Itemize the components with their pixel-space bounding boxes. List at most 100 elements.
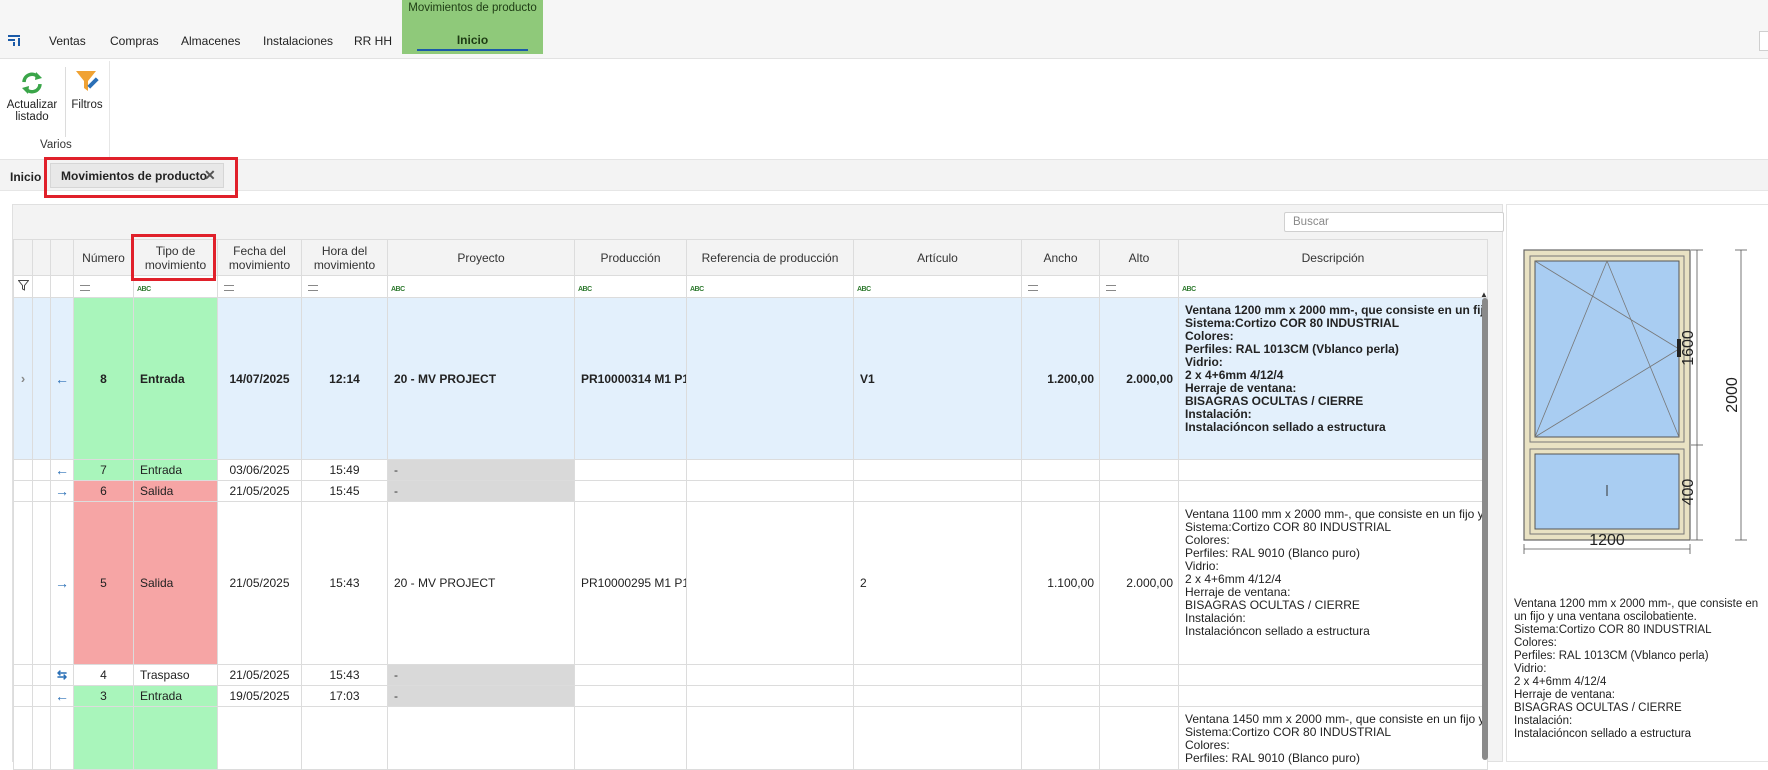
arrow-right-icon: → <box>55 483 69 499</box>
header-descripcion[interactable]: Descripción <box>1178 239 1488 276</box>
header-articulo[interactable]: Artículo <box>853 239 1022 276</box>
header-hora[interactable]: Hora del movimiento <box>301 239 388 276</box>
desc-line: Instalación: <box>1185 612 1246 625</box>
table-row[interactable]: ⇆ 4 Traspaso 21/05/2025 15:43 - <box>13 664 1488 686</box>
cell-tipo: Salida <box>133 480 218 502</box>
preview-line: 2 x 4+6mm 4/12/4 <box>1514 676 1607 688</box>
menu-tab-instalaciones[interactable]: Instalaciones <box>263 34 333 48</box>
cell-referencia <box>686 685 854 707</box>
filter-proyecto[interactable]: ABC <box>387 275 575 298</box>
filter-articulo[interactable]: ABC <box>853 275 1022 298</box>
row-expander[interactable] <box>13 501 33 665</box>
menu-tab-inicio[interactable]: Inicio <box>402 33 543 47</box>
cell-produccion: PR10000314 M1 P1 <box>574 297 687 460</box>
cell-fecha <box>217 706 302 770</box>
filter-fecha[interactable] <box>217 275 302 298</box>
row-type-icon-cell: → <box>50 480 74 502</box>
dim-width: 1200 <box>1589 532 1625 549</box>
filter-tipo[interactable]: ABC <box>133 275 218 298</box>
header-alto[interactable]: Alto <box>1099 239 1179 276</box>
table-row[interactable]: › ← 8 Entrada 14/07/2025 12:14 20 - MV P… <box>13 297 1488 460</box>
doc-tab-movimientos[interactable]: Movimientos de producto ✕ <box>50 163 224 188</box>
table-row[interactable]: ← 3 Entrada 19/05/2025 17:03 - <box>13 685 1488 707</box>
menu-tab-rrhh[interactable]: RR HH <box>354 34 392 48</box>
row-type-icon-cell: ← <box>50 685 74 707</box>
text-filter-icon: ABC <box>1182 285 1196 293</box>
cell-numero <box>73 706 134 770</box>
filter-produccion[interactable]: ABC <box>574 275 687 298</box>
cell-tipo <box>133 706 218 770</box>
filters-button[interactable]: Filtros <box>69 68 105 111</box>
filter-referencia[interactable]: ABC <box>686 275 854 298</box>
filter-cell-blank-3 <box>50 275 74 298</box>
preview-description: Ventana 1200 mm x 2000 mm-, que consiste… <box>1514 598 1762 741</box>
preview-line: Instalacióncon sellado a estructura <box>1514 728 1692 740</box>
header-hora-line2: movimiento <box>313 257 376 272</box>
row-expander[interactable] <box>13 685 33 707</box>
row-expander[interactable] <box>13 706 33 770</box>
cell-alto: 2.000,00 <box>1099 297 1179 460</box>
header-numero[interactable]: Número <box>73 239 134 276</box>
table-row[interactable]: Ventana 1450 mm x 2000 mm-, que consiste… <box>13 706 1488 770</box>
table-row[interactable]: ← 7 Entrada 03/06/2025 15:49 - <box>13 459 1488 481</box>
search-input[interactable] <box>1284 212 1504 232</box>
cell-alto <box>1099 706 1179 770</box>
header-fecha[interactable]: Fecha del movimiento <box>217 239 302 276</box>
header-produccion[interactable]: Producción <box>574 239 687 276</box>
refresh-list-button[interactable]: Actualizar listado <box>4 70 60 123</box>
vertical-scrollbar[interactable] <box>1482 298 1488 760</box>
filter-descripcion[interactable]: ABC <box>1178 275 1488 298</box>
cell-fecha: 19/05/2025 <box>217 685 302 707</box>
equals-operator-icon <box>1106 284 1116 291</box>
cell-alto <box>1099 459 1179 481</box>
cell-numero: 5 <box>73 501 134 665</box>
row-type-icon-cell: ⇆ <box>50 664 74 686</box>
preview-line: Herraje de ventana: <box>1514 689 1616 701</box>
row-type-icon-cell: ← <box>50 297 74 460</box>
header-referencia[interactable]: Referencia de producción <box>686 239 854 276</box>
header-proyecto[interactable]: Proyecto <box>387 239 575 276</box>
cell-articulo: 2 <box>853 501 1022 665</box>
row-expander[interactable] <box>13 459 33 481</box>
context-tab-group: Movimientos de producto Inicio <box>402 0 543 54</box>
desc-line: Ventana 1100 mm x 2000 mm-, que consiste… <box>1185 508 1483 521</box>
header-ancho[interactable]: Ancho <box>1021 239 1100 276</box>
cell-ancho <box>1021 685 1100 707</box>
close-icon[interactable]: ✕ <box>204 167 216 184</box>
cell-ancho <box>1021 664 1100 686</box>
desc-line: Vidrio: <box>1185 560 1219 573</box>
menu-tab-almacenes[interactable]: Almacenes <box>181 34 240 48</box>
doc-tab-inicio[interactable]: Inicio <box>10 170 41 184</box>
menu-tab-ventas[interactable]: Ventas <box>49 34 86 48</box>
preview-line: Sistema:Cortizo COR 80 INDUSTRIAL <box>1514 624 1712 636</box>
cell-referencia <box>686 664 854 686</box>
ribbon-group-varios: Varios <box>40 139 72 151</box>
table-row[interactable]: → 5 Salida 21/05/2025 15:43 20 - MV PROJ… <box>13 501 1488 665</box>
cell-ancho <box>1021 480 1100 502</box>
app-logo-icon[interactable] <box>7 32 23 48</box>
equals-operator-icon <box>224 284 234 291</box>
filter-numero[interactable] <box>73 275 134 298</box>
text-filter-icon: ABC <box>578 285 592 293</box>
filter-toggle[interactable] <box>13 275 33 298</box>
menu-tab-compras[interactable]: Compras <box>110 34 159 48</box>
cell-descripcion <box>1178 459 1488 481</box>
row-spacer <box>32 501 51 665</box>
cell-referencia <box>686 297 854 460</box>
cell-hora: 12:14 <box>301 297 388 460</box>
filter-alto[interactable] <box>1099 275 1179 298</box>
cell-hora: 15:45 <box>301 480 388 502</box>
refresh-icon <box>22 72 42 94</box>
row-expander[interactable]: › <box>13 297 33 460</box>
cell-alto <box>1099 480 1179 502</box>
table-row[interactable]: → 6 Salida 21/05/2025 15:45 - <box>13 480 1488 502</box>
filter-ancho[interactable] <box>1021 275 1100 298</box>
preview-line: Colores: <box>1514 637 1557 649</box>
row-expander[interactable] <box>13 480 33 502</box>
cell-alto: 2.000,00 <box>1099 501 1179 665</box>
header-tipo[interactable]: Tipo de movimiento <box>133 239 218 276</box>
filter-hora[interactable] <box>301 275 388 298</box>
ribbon-collapse-handle[interactable] <box>1759 31 1768 51</box>
row-expander[interactable] <box>13 664 33 686</box>
cell-hora: 15:49 <box>301 459 388 481</box>
